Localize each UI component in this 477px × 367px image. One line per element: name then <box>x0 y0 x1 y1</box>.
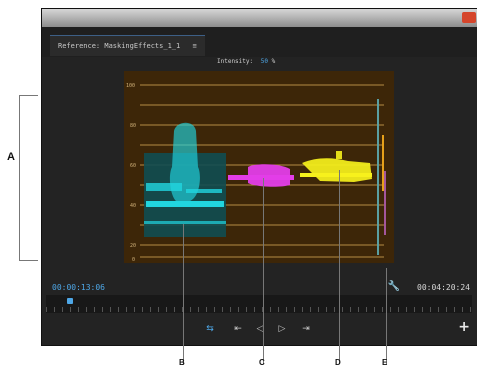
y-tick-60: 60 <box>130 163 136 169</box>
step-back-icon[interactable]: ◁ <box>252 322 268 336</box>
callout-c-line <box>263 178 264 364</box>
callout-a-bottom-line <box>19 260 38 261</box>
wrench-icon[interactable]: 🔧 <box>388 281 400 292</box>
callout-c: C <box>259 358 265 367</box>
callout-e: E <box>382 358 388 367</box>
step-forward-icon[interactable]: ▷ <box>274 322 290 336</box>
right-bars <box>377 99 386 255</box>
y-tick-80: 80 <box>130 123 136 129</box>
timeline-ticks <box>46 307 472 312</box>
tab-row: Reference: MaskingEffects_1_1 ≡ <box>42 27 477 57</box>
reference-monitor-window: Reference: MaskingEffects_1_1 ≡ Intensit… <box>41 8 477 346</box>
timeline-ruler[interactable] <box>46 295 472 313</box>
plus-icon[interactable]: + <box>458 319 470 335</box>
y-tick-20: 20 <box>130 243 136 249</box>
callout-a-top-line <box>19 95 38 96</box>
parade-scope: 100 80 60 40 20 0 <box>124 71 394 263</box>
menu-icon[interactable]: ≡ <box>192 42 196 50</box>
intensity-unit: % <box>271 58 276 65</box>
current-timecode: 00:00:13:06 <box>52 283 105 292</box>
callout-d: D <box>335 358 341 367</box>
title-bar <box>42 9 477 27</box>
duration-timecode: 00:04:20:24 <box>417 283 470 292</box>
link-toggle-icon[interactable]: ⇆ <box>202 322 218 336</box>
callout-a: A <box>7 151 15 163</box>
callout-a-bracket-line <box>19 95 20 261</box>
go-to-in-icon[interactable]: ⇤ <box>230 322 246 336</box>
go-to-out-icon[interactable]: ⇥ <box>298 322 314 336</box>
callout-d-line <box>339 170 340 364</box>
tab-title: Reference: MaskingEffects_1_1 <box>58 42 181 50</box>
y-tick-40: 40 <box>130 203 136 209</box>
callout-b-line <box>183 224 184 364</box>
scope-graphic: 100 80 60 40 20 0 <box>126 83 386 263</box>
cyan-trace <box>144 122 226 237</box>
y-tick-0: 0 <box>132 257 135 263</box>
intensity-control: Intensity: 50 % <box>217 58 275 65</box>
intensity-label: Intensity: <box>217 58 254 65</box>
callout-e-line <box>386 268 387 364</box>
close-button[interactable] <box>462 12 476 23</box>
tab-reference[interactable]: Reference: MaskingEffects_1_1 ≡ <box>50 35 205 56</box>
yellow-trace <box>300 151 372 182</box>
playhead[interactable] <box>66 298 73 304</box>
magenta-trace <box>228 164 294 187</box>
callout-b: B <box>179 358 185 367</box>
intensity-value[interactable]: 50 <box>261 58 268 65</box>
y-tick-100: 100 <box>126 83 135 89</box>
